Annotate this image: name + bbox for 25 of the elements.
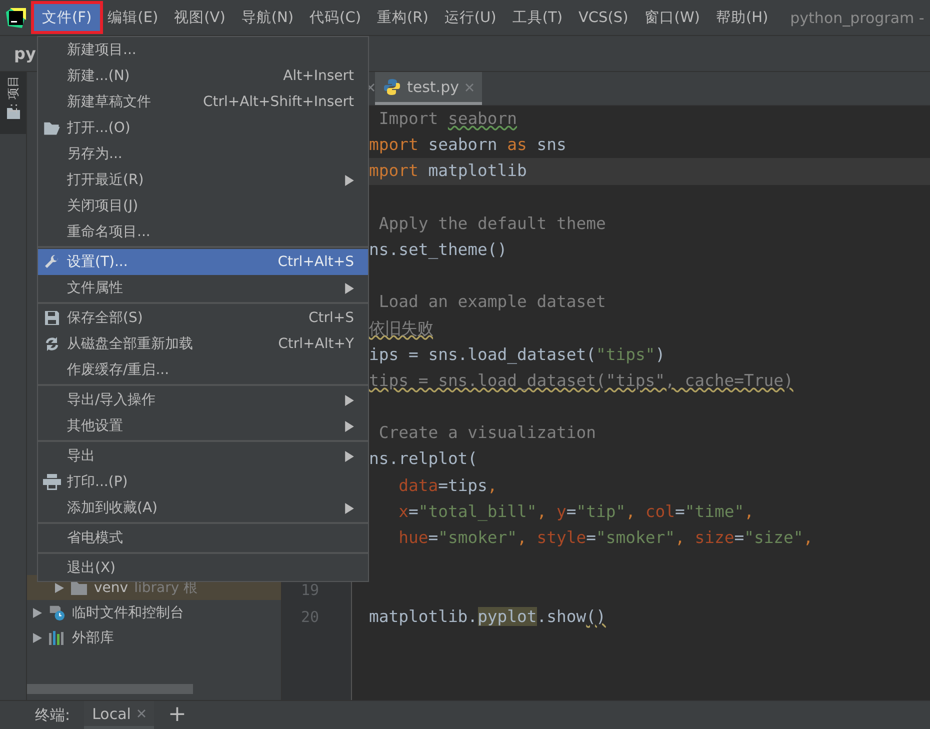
code-line: x="total_bill", y="tip", col="time",	[398, 502, 754, 521]
code-line: ns.relplot(	[369, 449, 478, 468]
window-title: python_program -	[790, 8, 924, 26]
code-line: mport matplotlib	[369, 161, 527, 180]
code-line: mport seaborn as sns	[369, 135, 566, 154]
terminal-label: 终端:	[35, 706, 70, 724]
shortcut-label: Ctrl+Alt+Y	[278, 336, 354, 352]
code-line: hue="smoker", style="smoker", size="size",	[398, 528, 814, 547]
code-line: tips = sns.load_dataset("tips", cache=True)	[369, 370, 794, 390]
code-line: ns.set_theme()	[369, 240, 508, 259]
code-line: Import seaborn	[378, 109, 518, 128]
code-line: matplotlib.pyplot.show()	[369, 606, 606, 626]
tree-item-label: 外部库	[72, 628, 114, 646]
code-line: 依旧失败	[369, 318, 433, 338]
shortcut-label: Ctrl+Alt+S	[278, 254, 354, 270]
code-line: Load an example dataset	[378, 292, 606, 312]
shortcut-label: Ctrl+S	[308, 310, 354, 326]
tree-item-label: venv	[94, 580, 128, 596]
code-line: Apply the default theme	[378, 214, 606, 233]
shortcut-label: Alt+Insert	[283, 68, 354, 84]
code-line: Create a visualization	[378, 423, 596, 442]
tree-item-label: 临时文件和控制台	[72, 604, 184, 622]
code-line: data=tips,	[398, 476, 498, 495]
shortcut-label: Ctrl+Alt+Shift+Insert	[202, 94, 354, 110]
code-line: ips = sns.load_dataset("tips")	[369, 344, 666, 364]
